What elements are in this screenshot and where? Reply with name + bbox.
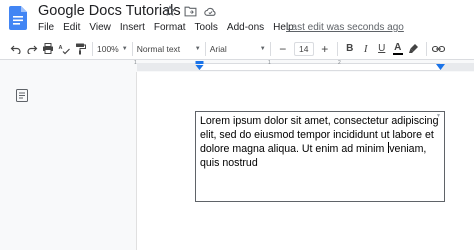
cloud-saved-icon[interactable] — [202, 3, 218, 19]
paint-format-icon[interactable] — [72, 40, 88, 58]
toolbar-separator — [269, 41, 271, 56]
title-bar: Google Docs Tutorials File Edit View Ins… — [0, 0, 474, 38]
menu-edit[interactable]: Edit — [63, 22, 80, 33]
toolbar-separator — [131, 41, 133, 56]
toolbar-separator — [92, 41, 93, 56]
font-dropdown[interactable]: Arial ▼ — [210, 40, 266, 58]
zoom-dropdown[interactable]: 100% ▼ — [97, 40, 128, 58]
menu-tools[interactable]: Tools — [195, 22, 218, 33]
print-icon[interactable] — [40, 40, 56, 58]
underline-icon[interactable]: U — [374, 40, 390, 58]
paragraph-style-dropdown[interactable]: Normal text ▼ — [137, 40, 201, 58]
google-docs-logo-icon[interactable] — [9, 6, 27, 30]
toolbar-separator — [204, 41, 206, 56]
font-size-value: 14 — [293, 41, 314, 56]
caret-down-icon: ▼ — [121, 45, 128, 52]
menu-file[interactable]: File — [38, 22, 54, 33]
title-actions — [162, 3, 218, 19]
zoom-value: 100% — [97, 43, 119, 54]
italic-icon[interactable]: I — [358, 40, 374, 58]
left-indent-marker-icon[interactable] — [195, 61, 204, 71]
ruler-area: 1 1 2 — [0, 60, 474, 72]
star-icon[interactable] — [162, 3, 178, 19]
menu-bar: File Edit View Insert Format Tools Add-o… — [38, 22, 303, 33]
paragraph-style-value: Normal text — [136, 43, 181, 54]
text-box-drawing[interactable]: ▼ Lorem ipsum dolor sit amet, consectetu… — [195, 111, 445, 202]
decrease-font-size-icon[interactable]: − — [275, 40, 291, 58]
ruler-right-margin — [440, 63, 474, 71]
caret-down-icon: ▼ — [194, 45, 201, 52]
bold-icon[interactable]: B — [342, 40, 358, 58]
font-value: Arial — [209, 43, 227, 54]
highlight-color-icon[interactable] — [406, 40, 422, 58]
menu-add-ons[interactable]: Add-ons — [227, 22, 264, 33]
insert-link-icon[interactable] — [431, 40, 447, 58]
ruler-number: 2 — [338, 60, 341, 66]
document-title[interactable]: Google Docs Tutorials — [38, 3, 181, 19]
ruler-left-margin — [137, 63, 200, 71]
text-color-swatch — [392, 52, 403, 55]
textbox-content[interactable]: Lorem ipsum dolor sit amet, consectetur … — [200, 115, 444, 170]
menu-format[interactable]: Format — [154, 22, 186, 33]
ruler-number: 1 — [134, 60, 137, 66]
redo-icon[interactable] — [24, 40, 40, 58]
ruler-number: 1 — [268, 60, 271, 66]
svg-text:A: A — [59, 45, 63, 51]
text-color-letter: A — [394, 41, 402, 53]
move-to-folder-icon[interactable] — [182, 3, 198, 19]
increase-font-size-icon[interactable]: + — [317, 40, 333, 58]
toolbar-separator — [425, 41, 427, 56]
font-size-field[interactable]: 14 — [293, 40, 314, 58]
last-edit-link[interactable]: Last edit was seconds ago — [286, 22, 404, 33]
menu-view[interactable]: View — [89, 22, 111, 33]
spelling-check-icon[interactable]: A — [56, 40, 72, 58]
undo-icon[interactable] — [8, 40, 24, 58]
right-indent-marker-icon[interactable] — [436, 64, 445, 70]
toolbar-separator — [336, 41, 338, 56]
menu-insert[interactable]: Insert — [120, 22, 145, 33]
toolbar: A 100% ▼ Normal text ▼ Arial ▼ − 14 + B … — [0, 38, 474, 60]
caret-down-icon: ▼ — [259, 45, 266, 52]
document-outline-icon[interactable] — [16, 89, 28, 102]
text-color-icon[interactable]: A — [390, 40, 406, 58]
